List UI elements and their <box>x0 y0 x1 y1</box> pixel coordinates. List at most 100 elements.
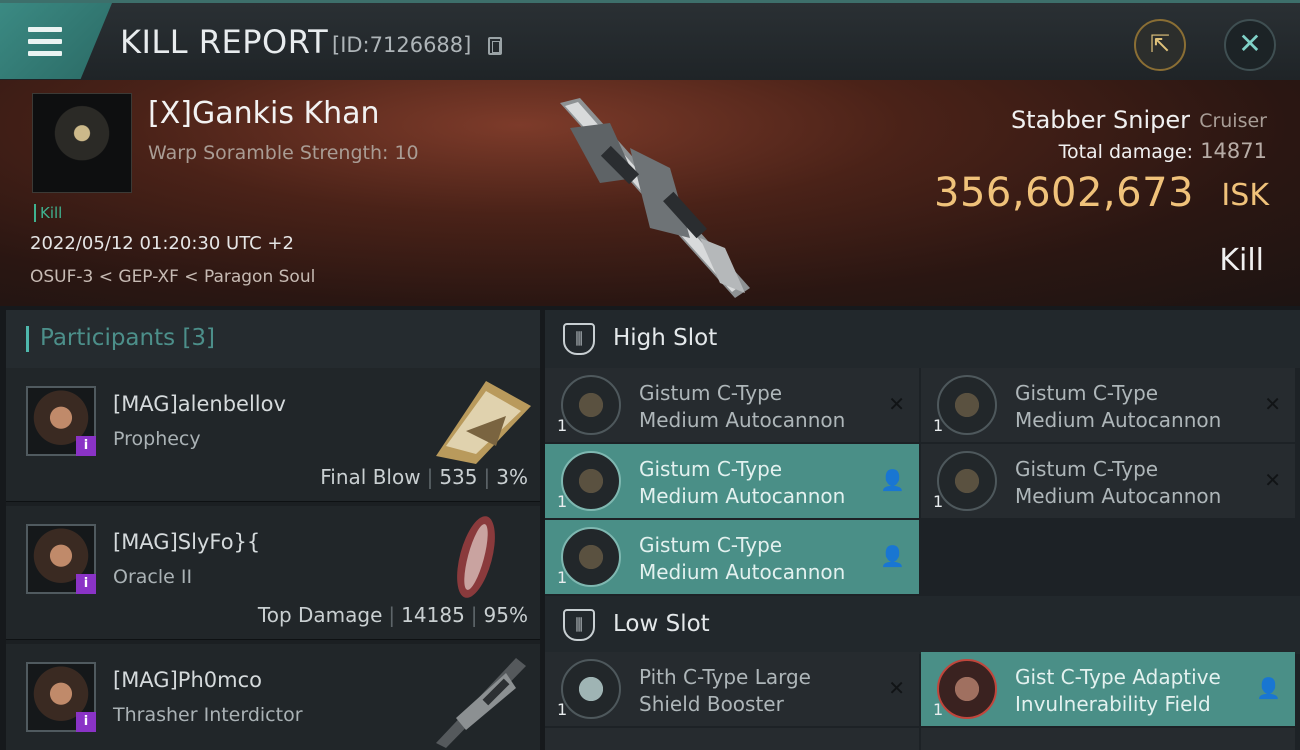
person-icon: 👤 <box>1256 676 1281 700</box>
module-name-line2: Medium Autocannon <box>639 484 846 508</box>
participant-name: [MAG]SlyFo}{ <box>113 530 261 554</box>
info-badge: i <box>76 712 96 732</box>
module-name: Gist C-Type Adaptive <box>1015 665 1221 689</box>
victim-ship-image <box>560 98 750 298</box>
low-slot-header: ⫼ Low Slot <box>545 596 1300 654</box>
module-name: Gistum C-Type <box>639 533 783 557</box>
shield-module-icon <box>937 659 997 719</box>
share-button[interactable]: ⇱ <box>1134 19 1186 71</box>
participants-title: Participants [3] <box>40 325 215 351</box>
victim-portrait[interactable] <box>32 93 132 193</box>
module-item[interactable]: 1 Gistum C-Type Medium Autocannon ✕ <box>921 444 1295 518</box>
participant-name: [MAG]alenbellov <box>113 392 286 416</box>
module-name: Gistum C-Type <box>639 457 783 481</box>
kill-tag: Kill <box>34 204 62 222</box>
participant-ship: Thrasher Interdictor <box>113 704 303 726</box>
low-slot-icon: ⫼ <box>563 609 595 641</box>
low-slot-label: Low Slot <box>613 611 710 637</box>
participant-row[interactable]: i [MAG]Ph0mco Thrasher Interdictor <box>6 644 540 750</box>
kill-datetime: 2022/05/12 01:20:30 UTC +2 <box>30 233 294 254</box>
victim-header: [X]Gankis Khan Warp Soramble Strength: 1… <box>0 80 1300 306</box>
participant-ship-image <box>457 516 495 598</box>
participant-stats: Top Damage | 14185 | 95% <box>257 603 528 627</box>
participant-row[interactable]: i [MAG]SlyFo}{ Oracle II Top Damage | 1418… <box>6 506 540 640</box>
share-icon: ⇱ <box>1149 30 1171 58</box>
participant-damage: 535 <box>439 465 478 489</box>
module-name-line2: Medium Autocannon <box>639 408 846 432</box>
module-item[interactable]: 1 Gistum C-Type Medium Autocannon 👤 <box>545 444 919 518</box>
participant-ship-image <box>436 381 531 464</box>
close-icon: ✕ <box>1238 27 1262 60</box>
participant-percent: 95% <box>483 603 528 627</box>
copy-icon[interactable] <box>488 37 502 55</box>
destroyed-icon: ✕ <box>1264 392 1281 416</box>
shield-module-icon <box>561 659 621 719</box>
participant-row[interactable]: i [MAG]alenbellov Prophecy Final Blow | 53… <box>6 368 540 502</box>
module-name: Pith C-Type Large <box>639 665 811 689</box>
module-icon <box>937 375 997 435</box>
kill-location: OSUF-3 < GEP-XF < Paragon Soul <box>30 267 316 287</box>
close-button[interactable]: ✕ <box>1224 19 1276 71</box>
isk-unit: ISK <box>1221 178 1269 213</box>
destroyed-icon: ✕ <box>888 676 905 700</box>
participant-role: Top Damage <box>257 603 383 627</box>
module-item[interactable]: 1 Gistum C-Type Medium Autocannon ✕ <box>545 368 919 442</box>
person-icon: 👤 <box>880 468 905 492</box>
menu-icon <box>28 27 62 32</box>
participant-ship: Prophecy <box>113 428 201 450</box>
high-slot-label: High Slot <box>613 325 718 351</box>
victim-ship-class: Cruiser <box>1199 110 1267 132</box>
module-icon <box>561 527 621 587</box>
destroyed-icon: ✕ <box>1264 468 1281 492</box>
destroyed-icon: ✕ <box>888 392 905 416</box>
module-name-line2: Medium Autocannon <box>1015 484 1222 508</box>
high-slot-icon: ⫼ <box>563 323 595 355</box>
victim-name[interactable]: [X]Gankis Khan <box>148 96 380 131</box>
total-damage-label: Total damage: <box>1058 141 1193 163</box>
module-name: Gistum C-Type <box>1015 381 1159 405</box>
page-title: KILL REPORT <box>120 23 329 61</box>
participant-name: [MAG]Ph0mco <box>113 668 262 692</box>
info-badge: i <box>76 574 96 594</box>
isk-value: 356,602,673 <box>934 170 1194 216</box>
module-name-line2: Invulnerability Field <box>1015 692 1211 716</box>
participants-header: Participants [3] <box>6 310 540 368</box>
module-qty: 1 <box>557 416 568 435</box>
victim-subtitle: Warp Soramble Strength: 10 <box>148 142 419 164</box>
module-item[interactable]: 1 Gistum C-Type Medium Autocannon 👤 <box>545 520 919 594</box>
module-qty: 1 <box>557 568 568 587</box>
info-badge: i <box>76 436 96 456</box>
module-item[interactable] <box>921 728 1295 750</box>
person-icon: 👤 <box>880 544 905 568</box>
module-qty: 1 <box>933 492 944 511</box>
report-id: [ID:7126688] <box>332 33 472 57</box>
participant-role: Final Blow <box>320 465 421 489</box>
menu-button[interactable] <box>0 3 112 79</box>
module-icon <box>561 451 621 511</box>
module-qty: 1 <box>557 700 568 719</box>
fitting-panel: ⫼ High Slot 1 Gistum C-Type Medium Autoc… <box>545 310 1300 750</box>
participant-ship: Oracle II <box>113 566 193 588</box>
module-qty: 1 <box>933 700 944 719</box>
module-item[interactable]: 1 Gistum C-Type Medium Autocannon ✕ <box>921 368 1295 442</box>
module-icon <box>561 375 621 435</box>
module-qty: 1 <box>557 492 568 511</box>
module-name-line2: Shield Booster <box>639 692 784 716</box>
participant-stats: Final Blow | 535 | 3% <box>320 465 528 489</box>
module-item[interactable]: 1 Gist C-Type Adaptive Invulnerability F… <box>921 652 1295 726</box>
top-bar: KILL REPORT [ID:7126688] ⇱ ✕ <box>0 0 1300 80</box>
participants-panel: Participants [3] i [MAG]alenbellov Proph… <box>6 310 540 750</box>
participant-percent: 3% <box>496 465 528 489</box>
kill-result: Kill <box>1219 243 1264 278</box>
module-name-line2: Medium Autocannon <box>639 560 846 584</box>
module-icon <box>937 451 997 511</box>
module-name: Gistum C-Type <box>1015 457 1159 481</box>
module-item[interactable]: 1 Pith C-Type Large Shield Booster ✕ <box>545 652 919 726</box>
module-item[interactable] <box>545 728 919 750</box>
participant-ship-image <box>436 658 526 748</box>
victim-ship-name: Stabber Sniper <box>1010 106 1190 134</box>
module-name: Gistum C-Type <box>639 381 783 405</box>
module-qty: 1 <box>933 416 944 435</box>
module-name-line2: Medium Autocannon <box>1015 408 1222 432</box>
participant-damage: 14185 <box>401 603 465 627</box>
